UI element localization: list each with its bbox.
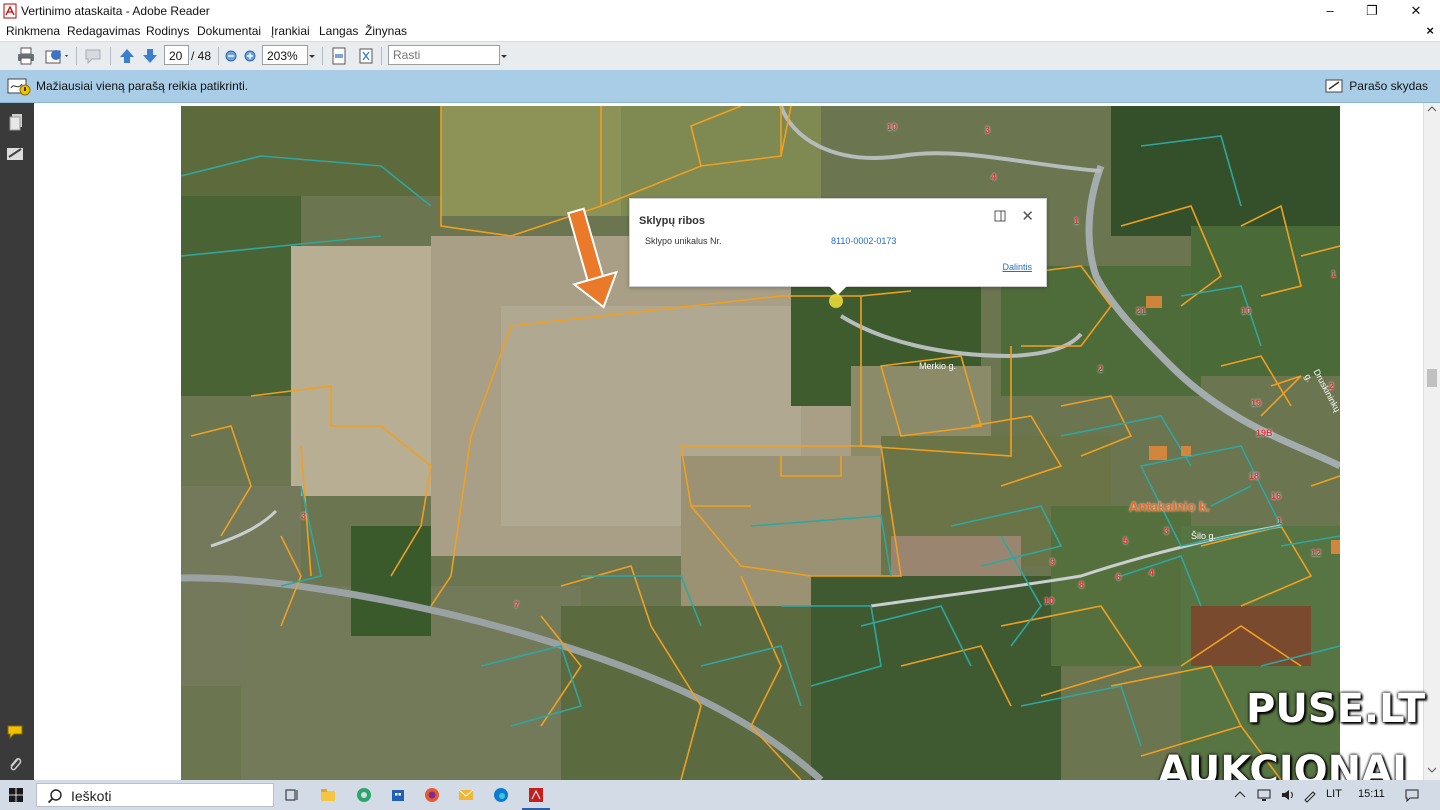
- parcel-number: 2: [1329, 381, 1335, 391]
- taskbar-search[interactable]: Ieškoti: [36, 783, 274, 807]
- pages-icon[interactable]: [7, 112, 27, 132]
- zoom-level-input[interactable]: 203%: [262, 45, 308, 65]
- parcel-number: 10: [887, 122, 898, 132]
- maximize-button[interactable]: ❐: [1350, 0, 1394, 22]
- edge-legacy-icon[interactable]: [356, 787, 372, 803]
- signature-panel-label: Parašo skydas: [1349, 79, 1428, 93]
- parcel-number: 12: [1311, 548, 1322, 558]
- adobe-reader-icon: [3, 3, 17, 19]
- menu-irankiai[interactable]: Įrankiai: [271, 24, 310, 38]
- parcel-number: 19B: [1256, 428, 1273, 438]
- left-navigation-panel: [0, 103, 34, 780]
- search-placeholder: Ieškoti: [71, 788, 112, 804]
- parcel-number: 5: [1123, 536, 1129, 546]
- parcel-number: 1: [1331, 269, 1337, 279]
- task-view-icon[interactable]: [284, 787, 300, 803]
- parcel-number: 10: [1044, 596, 1055, 606]
- parcel-number: 9: [1050, 557, 1056, 567]
- file-explorer-icon[interactable]: [320, 787, 336, 803]
- menu-rodinys[interactable]: Rodinys: [146, 24, 189, 38]
- menu-zinynas[interactable]: Žinynas: [365, 24, 407, 38]
- signatures-icon[interactable]: [5, 145, 27, 163]
- parcel-info-popup: Sklypų ribos ✕ Sklypo unikalus Nr. 8110-…: [629, 198, 1047, 295]
- store-icon[interactable]: [390, 787, 406, 803]
- print-icon[interactable]: [16, 46, 36, 66]
- title-bar: Vertinimo ataskaita - Adobe Reader – ❐ ✕: [0, 0, 1440, 22]
- menu-langas[interactable]: Langas: [319, 24, 358, 38]
- toolbar: 20 / 48 203%: [0, 41, 1440, 71]
- previous-page-icon[interactable]: [118, 46, 136, 66]
- notification-message: Mažiausiai vieną parašą reikia patikrint…: [36, 79, 249, 93]
- scroll-up-icon[interactable]: [1427, 105, 1437, 113]
- parcel-number: 4: [991, 172, 997, 182]
- page-number-input[interactable]: 20: [164, 45, 189, 65]
- search-icon: [47, 789, 62, 804]
- parcel-id-label: Sklypo unikalus Nr.: [645, 236, 722, 246]
- close-icon[interactable]: ✕: [1021, 207, 1034, 225]
- next-page-icon[interactable]: [141, 46, 159, 66]
- menu-dokumentai[interactable]: Dokumentai: [197, 24, 261, 38]
- maximize-icon[interactable]: [994, 210, 1006, 222]
- menu-redagavimas[interactable]: Redagavimas: [67, 24, 140, 38]
- input-language[interactable]: LIT: [1326, 788, 1342, 800]
- parcel-number: 3: [1164, 526, 1170, 536]
- share-link[interactable]: Dalintis: [1002, 262, 1032, 272]
- find-input[interactable]: [388, 45, 500, 65]
- popup-pointer: [829, 286, 847, 295]
- edge-icon[interactable]: [493, 787, 509, 803]
- signature-notification-bar: Mažiausiai vieną parašą reikia patikrint…: [0, 70, 1440, 103]
- parcel-number: 21: [1136, 306, 1147, 316]
- watermark-line1: PUSE.LT: [1246, 686, 1426, 732]
- comments-icon[interactable]: [6, 724, 26, 740]
- vertical-scrollbar[interactable]: [1423, 103, 1440, 780]
- parcel-number: 4: [1149, 568, 1155, 578]
- notifications-icon[interactable]: [1404, 787, 1420, 803]
- scrollbar-thumb[interactable]: [1427, 369, 1437, 387]
- pen-icon[interactable]: [1302, 787, 1318, 803]
- fit-page-icon[interactable]: [330, 46, 348, 66]
- zoom-in-icon[interactable]: [243, 46, 257, 66]
- taskbar: Ieškoti LIT 15:11: [0, 780, 1440, 810]
- full-screen-icon[interactable]: [357, 46, 375, 66]
- acrobat-reader-icon[interactable]: [528, 787, 544, 803]
- clock-time[interactable]: 15:11: [1358, 788, 1385, 800]
- parcel-number: 2: [1098, 364, 1104, 374]
- zoom-dropdown-icon[interactable]: [308, 46, 316, 66]
- parcel-number: 1: [1277, 516, 1283, 526]
- mail-icon[interactable]: [458, 787, 474, 803]
- parcel-number: 3: [301, 511, 307, 521]
- comment-icon[interactable]: [83, 46, 103, 66]
- signature-warning-icon: [7, 78, 31, 96]
- page-total: / 48: [191, 49, 212, 63]
- popup-title: Sklypų ribos: [639, 215, 706, 227]
- parcel-number: 8: [1079, 580, 1085, 590]
- volume-icon[interactable]: [1280, 787, 1296, 803]
- parcel-number: 7: [514, 600, 520, 610]
- parcel-number: 10: [1241, 306, 1252, 316]
- parcel-number: 6: [1116, 572, 1122, 582]
- parcel-id-value[interactable]: 8110-0002-0173: [831, 236, 896, 246]
- signature-panel-icon: [1325, 79, 1343, 93]
- share-icon[interactable]: [44, 46, 70, 66]
- network-icon[interactable]: [1256, 787, 1272, 803]
- windows-start-icon[interactable]: [9, 788, 23, 802]
- window-title: Vertinimo ataskaita - Adobe Reader: [21, 4, 210, 18]
- parcel-number: 19: [1251, 398, 1262, 408]
- find-dropdown-icon[interactable]: [500, 46, 508, 66]
- attachments-icon[interactable]: [7, 754, 23, 774]
- firefox-icon[interactable]: [424, 787, 440, 803]
- parcel-number: 3: [985, 125, 991, 135]
- menu-rinkmena[interactable]: Rinkmena: [6, 24, 60, 38]
- minimize-button[interactable]: –: [1308, 0, 1352, 22]
- close-window-button[interactable]: ✕: [1394, 0, 1438, 22]
- scroll-down-icon[interactable]: [1427, 766, 1437, 774]
- parcel-number: 18: [1249, 471, 1260, 481]
- menu-bar: Rinkmena Redagavimas Rodinys Dokumentai …: [0, 22, 1440, 41]
- close-document-button[interactable]: ×: [1426, 23, 1434, 38]
- parcel-number: 16: [1271, 491, 1282, 501]
- zoom-out-icon[interactable]: [224, 46, 238, 66]
- parcel-number: 1: [1074, 216, 1080, 226]
- tray-chevron-icon[interactable]: [1232, 787, 1248, 803]
- signature-panel-button[interactable]: Parašo skydas: [1325, 76, 1428, 96]
